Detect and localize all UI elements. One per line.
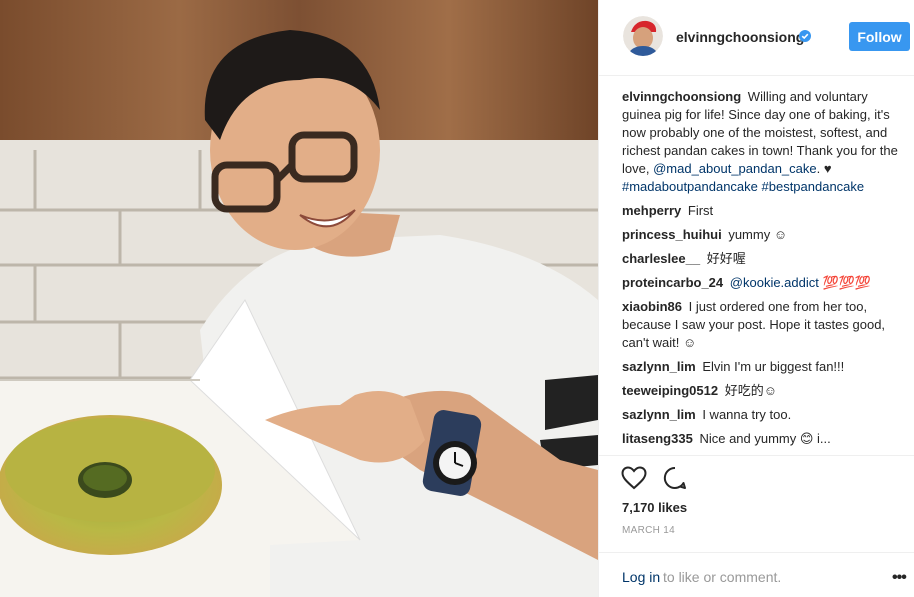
comment-username[interactable]: sazlynn_lim xyxy=(622,407,696,422)
comment-item: princess_huihui yummy ☺ xyxy=(622,226,902,244)
post-photo-image xyxy=(0,0,598,597)
comment-text: Nice and yummy 😊 i... xyxy=(699,431,831,446)
caption-username[interactable]: elvinngchoonsiong xyxy=(622,89,741,104)
comment-item: teeweiping0512 好吃的☺ xyxy=(622,382,902,400)
comment-icon[interactable] xyxy=(663,466,687,490)
avatar-image xyxy=(623,16,663,56)
post-header: elvinngchoonsiong Follow xyxy=(599,0,914,76)
comment-text: yummy ☺ xyxy=(728,227,788,242)
comment-text: 好吃的☺ xyxy=(724,383,778,398)
caption-mention[interactable]: @mad_about_pandan_cake xyxy=(653,161,817,176)
comment-username[interactable]: xiaobin86 xyxy=(622,299,682,314)
comment-text: 好好喔 xyxy=(706,251,746,266)
heart-icon[interactable] xyxy=(621,466,647,490)
post-photo[interactable] xyxy=(0,0,598,597)
comment-text: I wanna try too. xyxy=(702,407,792,422)
comment-item: sazlynn_lim Elvin I'm ur biggest fan!!! xyxy=(622,358,902,376)
post-author-username[interactable]: elvinngchoonsiong xyxy=(676,29,804,45)
verified-badge-icon xyxy=(799,30,811,42)
comment-item: litaseng335 Nice and yummy 😊 i... xyxy=(622,430,902,448)
follow-button[interactable]: Follow xyxy=(849,22,910,51)
comment-username[interactable]: proteincarbo_24 xyxy=(622,275,723,290)
post-date: MARCH 14 xyxy=(622,525,675,536)
comment-item: proteincarbo_24 @kookie.addict 💯💯💯 xyxy=(622,274,902,292)
more-options-icon[interactable]: ••• xyxy=(892,569,907,587)
comment-username[interactable]: litaseng335 xyxy=(622,431,693,446)
comment-item: charleslee__ 好好喔 xyxy=(622,250,902,268)
comment-mention[interactable]: @kookie.addict xyxy=(730,275,819,290)
comments-list[interactable]: elvinngchoonsiong Willing and voluntary … xyxy=(622,88,902,454)
comment-username[interactable]: teeweiping0512 xyxy=(622,383,718,398)
login-link[interactable]: Log in xyxy=(622,569,660,585)
post-actions: 7,170 likes MARCH 14 Log in to like or c… xyxy=(599,455,914,595)
comment-item: sazlynn_lim I wanna try too. xyxy=(622,406,902,424)
likes-count[interactable]: 7,170 likes xyxy=(622,500,687,515)
caption: elvinngchoonsiong Willing and voluntary … xyxy=(622,88,902,196)
comment-username[interactable]: princess_huihui xyxy=(622,227,722,242)
post-side-panel: elvinngchoonsiong Follow elvinngchoonsio… xyxy=(598,0,914,597)
comment-username[interactable]: mehperry xyxy=(622,203,681,218)
comment-text: First xyxy=(687,203,714,218)
caption-hashtags[interactable]: #madaboutpandancake #bestpandancake xyxy=(622,179,864,194)
login-prompt-text: to like or comment. xyxy=(663,569,782,585)
login-row: Log in to like or comment. ••• xyxy=(599,552,914,596)
avatar[interactable] xyxy=(623,16,663,56)
comment-username[interactable]: sazlynn_lim xyxy=(622,359,696,374)
caption-after-mention: . ♥ xyxy=(816,161,832,176)
comment-text: 💯💯💯 xyxy=(818,275,872,290)
comment-item: xiaobin86 I just ordered one from her to… xyxy=(622,298,902,352)
comment-username[interactable]: charleslee__ xyxy=(622,251,700,266)
comment-text: Elvin I'm ur biggest fan!!! xyxy=(702,359,845,374)
comment-item: mehperry First xyxy=(622,202,902,220)
